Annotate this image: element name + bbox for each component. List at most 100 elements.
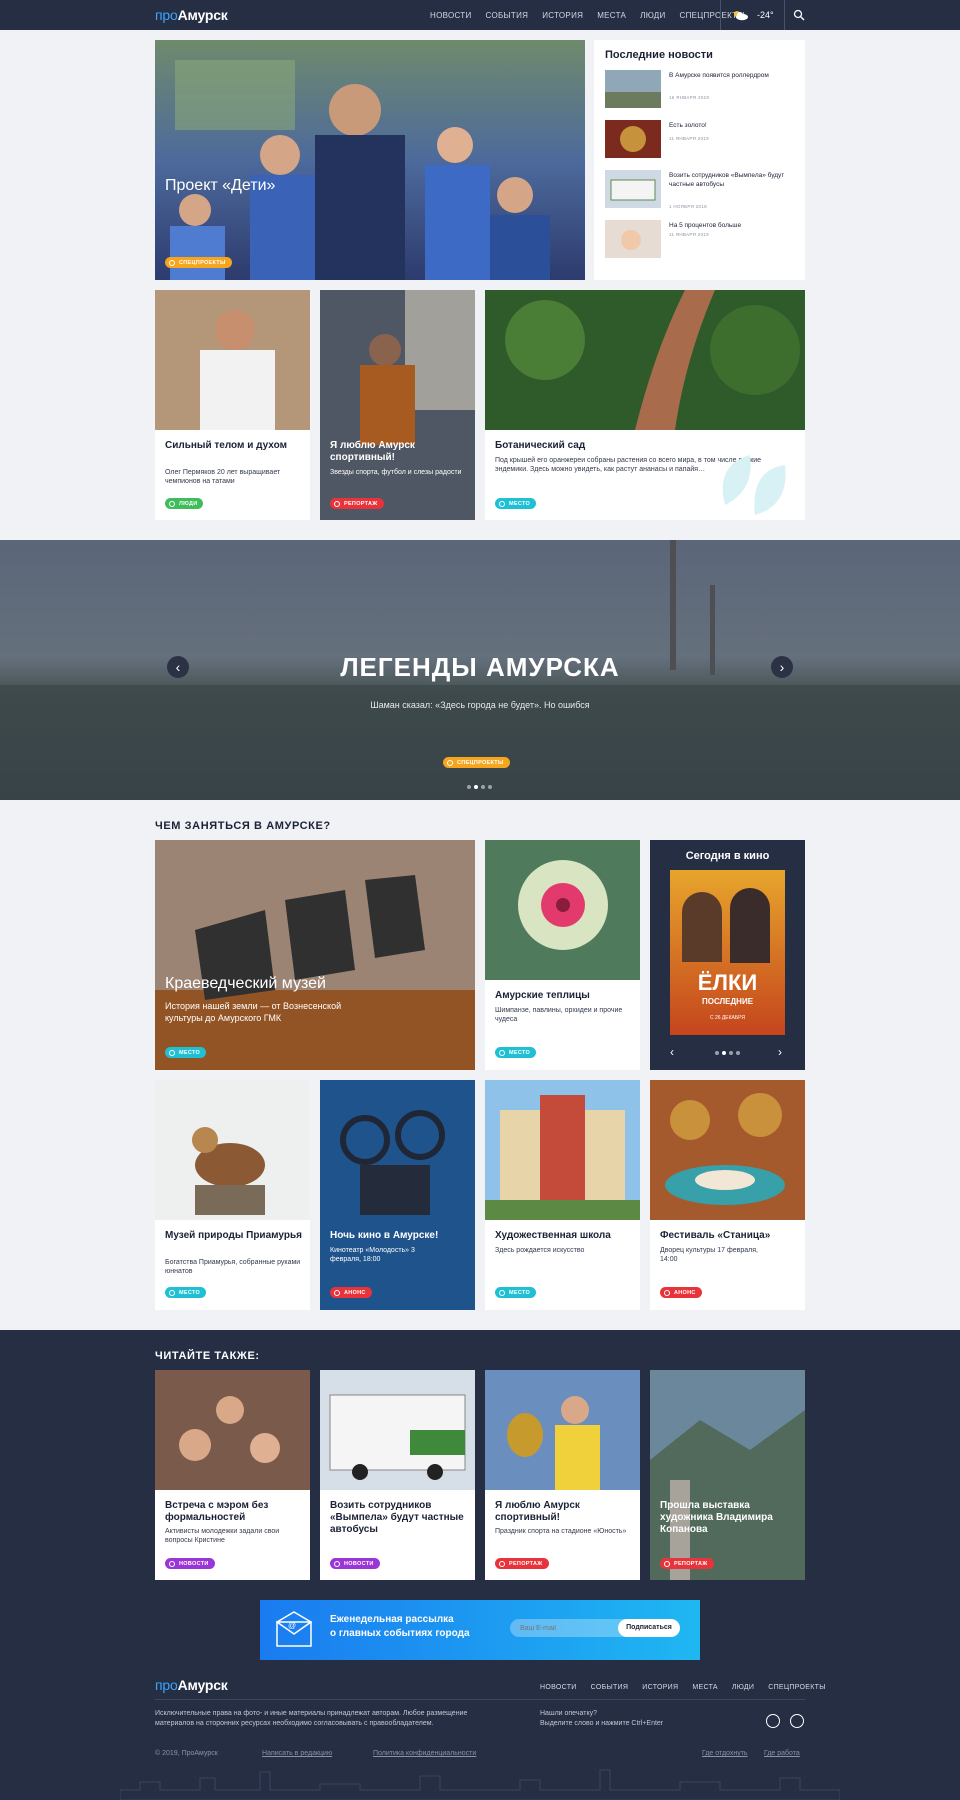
nav-people[interactable]: ЛЮДИ (732, 1684, 754, 1691)
hero-title[interactable]: Проект «Дети» (165, 177, 275, 195)
card-desc: Дворец культуры 17 февраля, 14:00 (660, 1247, 758, 1263)
newsletter-banner: @ Еженедельная рассылка о главных события… (260, 1600, 700, 1660)
news-item[interactable]: На 5 процентов больше 11 ЯНВАРЯ 2019 (605, 220, 795, 260)
card-badge[interactable]: АНОНС (330, 1287, 372, 1298)
card-title: Я люблю Амурск спортивный! (495, 1500, 580, 1523)
latest-news-title: Последние новости (605, 49, 713, 61)
card-badge[interactable]: НОВОСТИ (330, 1558, 380, 1569)
card-title: Краеведческий музей (165, 975, 326, 992)
legends-banner[interactable]: ЛЕГЕНДЫ АМУРСКА Шаман сказал: «Здесь гор… (0, 540, 960, 800)
read-card[interactable]: Встреча с мэром без формальностей Активи… (155, 1370, 310, 1580)
nav-specials[interactable]: СПЕЦПРОЕКТЫ (768, 1684, 825, 1691)
odnoklassniki-icon[interactable] (790, 1714, 804, 1728)
next-arrow-icon[interactable]: › (778, 1045, 782, 1059)
card-desc: Активисты молодежки задали свои вопросы … (165, 1528, 280, 1544)
cinema-title: Сегодня в кино (685, 850, 770, 862)
logo[interactable]: проАмурск (155, 7, 228, 23)
cinema-dots[interactable] (715, 1051, 740, 1055)
card-desc: Праздник спорта на стадионе «Юность» (495, 1528, 627, 1535)
card-desc: Олег Пермяков 20 лет выращивает чемпионо… (165, 469, 281, 485)
card-badge[interactable]: МЕСТО (495, 1287, 537, 1298)
svg-text:@: @ (288, 1621, 296, 1630)
card-photo (320, 1080, 475, 1310)
city-skyline (120, 1769, 840, 1800)
poster-title: ЁЛКИ (697, 970, 758, 995)
card-botanic[interactable]: Ботанический сад Под крышей его оранжере… (485, 290, 805, 520)
main-nav: НОВОСТИ СОБЫТИЯ ИСТОРИЯ МЕСТА ЛЮДИ СПЕЦП… (416, 0, 745, 30)
nav-news[interactable]: НОВОСТИ (430, 11, 472, 20)
legends-badge[interactable]: СПЕЦПРОЕКТЫ (443, 757, 510, 768)
card-photo (155, 290, 310, 430)
nav-events[interactable]: СОБЫТИЯ (486, 11, 529, 20)
footer-logo[interactable]: проАмурск (155, 1677, 228, 1693)
hero-badge[interactable]: СПЕЦПРОЕКТЫ (165, 257, 232, 268)
card-title: Встреча с мэром без формальностей (165, 1500, 269, 1523)
nav-history[interactable]: ИСТОРИЯ (542, 11, 583, 20)
card-badge[interactable]: РЕПОРТАЖ (330, 498, 384, 509)
card-photo (485, 840, 640, 980)
instagram-icon[interactable] (766, 1714, 780, 1728)
card-badge[interactable]: ЛЮДИ (165, 498, 204, 509)
nav-news[interactable]: НОВОСТИ (540, 1684, 577, 1691)
card-badge[interactable]: НОВОСТИ (165, 1558, 215, 1569)
news-item[interactable]: В Амурске появится роллердром 16 ЯНВАРЯ 2… (605, 70, 795, 110)
card-badge[interactable]: РЕПОРТАЖ (660, 1558, 714, 1569)
news-item[interactable]: Возить сотрудников «Вымпела» будут частн… (605, 170, 795, 210)
read-card[interactable]: Прошла выставка художника Владимира Копа… (650, 1370, 805, 1580)
card-sport[interactable]: Я люблю Амурск спортивный! Звезды спорта… (320, 290, 475, 520)
read-card[interactable]: Я люблю Амурск спортивный! Праздник спор… (485, 1370, 640, 1580)
card-title: Ночь кино в Амурске! (330, 1230, 439, 1241)
card-desc: Кинотеатр «Молодость» 3 февраля, 18:00 (330, 1247, 415, 1263)
card-movie-night[interactable]: Ночь кино в Амурске! Кинотеатр «Молодост… (320, 1080, 475, 1310)
card-badge[interactable]: АНОНС (660, 1287, 702, 1298)
nav-places[interactable]: МЕСТА (597, 11, 626, 20)
card-strong[interactable]: Сильный телом и духом Олег Пермяков 20 л… (155, 290, 310, 520)
card-nature-museum[interactable]: Музей природы Приамурья Богатства Приаму… (155, 1080, 310, 1310)
prev-arrow-icon[interactable]: ‹ (167, 656, 189, 678)
next-arrow-icon[interactable]: › (771, 656, 793, 678)
write-link[interactable]: Написать в редакцию (262, 1750, 332, 1757)
card-badge[interactable]: МЕСТО (495, 498, 537, 509)
where-rest-link[interactable]: Где отдохнуть (702, 1750, 748, 1757)
card-festival[interactable]: Фестиваль «Станица» Дворец культуры 17 ф… (650, 1080, 805, 1310)
privacy-link[interactable]: Политика конфиденциальности (373, 1750, 476, 1757)
card-photo (485, 1080, 640, 1220)
card-desc: Богатства Приамурья, собранные руками юн… (165, 1259, 301, 1275)
weather-widget: -24° (720, 0, 785, 30)
hero-card[interactable]: Проект «Дети» СПЕЦПРОЕКТЫ (155, 40, 585, 280)
search-icon[interactable] (793, 9, 805, 21)
carousel-dots[interactable] (467, 785, 492, 789)
nav-places[interactable]: МЕСТА (692, 1684, 718, 1691)
nav-people[interactable]: ЛЮДИ (640, 11, 665, 20)
poster-date: С 26 ДЕКАБРЯ (709, 1015, 746, 1021)
card-art-school[interactable]: Художественная школа Здесь рождается иск… (485, 1080, 640, 1310)
card-photo (485, 1370, 640, 1490)
card-badge[interactable]: РЕПОРТАЖ (495, 1558, 549, 1569)
movie-poster[interactable]: ЁЛКИ ПОСЛЕДНИЕ С 26 ДЕКАБРЯ (670, 870, 785, 1035)
card-title: Художественная школа (495, 1230, 611, 1241)
poster-figure (682, 892, 722, 962)
card-photo (650, 1370, 805, 1580)
card-title: Амурские теплицы (495, 990, 590, 1001)
card-title: Прошла выставка художника Владимира Копа… (660, 1500, 773, 1535)
star-icon (169, 259, 175, 266)
footer-divider (155, 1699, 805, 1700)
cinema-widget: Сегодня в кино ЁЛКИ ПОСЛЕДНИЕ С 26 ДЕКАБ… (650, 840, 805, 1070)
news-thumb (605, 170, 661, 208)
prev-arrow-icon[interactable]: ‹ (670, 1045, 674, 1059)
card-badge[interactable]: МЕСТО (495, 1047, 537, 1058)
nav-history[interactable]: ИСТОРИЯ (642, 1684, 678, 1691)
news-item[interactable]: Есть золото! 11 ЯНВАРЯ 2019 (605, 120, 795, 160)
where-work-link[interactable]: Где работа (764, 1750, 800, 1757)
nav-events[interactable]: СОБЫТИЯ (591, 1684, 629, 1691)
card-museum[interactable]: Краеведческий музей История нашей земли … (155, 840, 475, 1070)
subscribe-button[interactable]: Подписаться (618, 1619, 680, 1637)
card-badge[interactable]: МЕСТО (165, 1287, 207, 1298)
card-title: Сильный телом и духом (165, 440, 287, 451)
card-badge[interactable]: МЕСТО (165, 1047, 207, 1058)
legends-subtitle: Шаман сказал: «Здесь города не будет». Н… (370, 700, 590, 710)
news-thumb (605, 220, 661, 258)
card-desc: Здесь рождается искусство (495, 1247, 585, 1254)
card-greenhouse[interactable]: Амурские теплицы Шимпанзе, павлины, орхи… (485, 840, 640, 1070)
read-card[interactable]: Возить сотрудников «Вымпела» будут частн… (320, 1370, 475, 1580)
